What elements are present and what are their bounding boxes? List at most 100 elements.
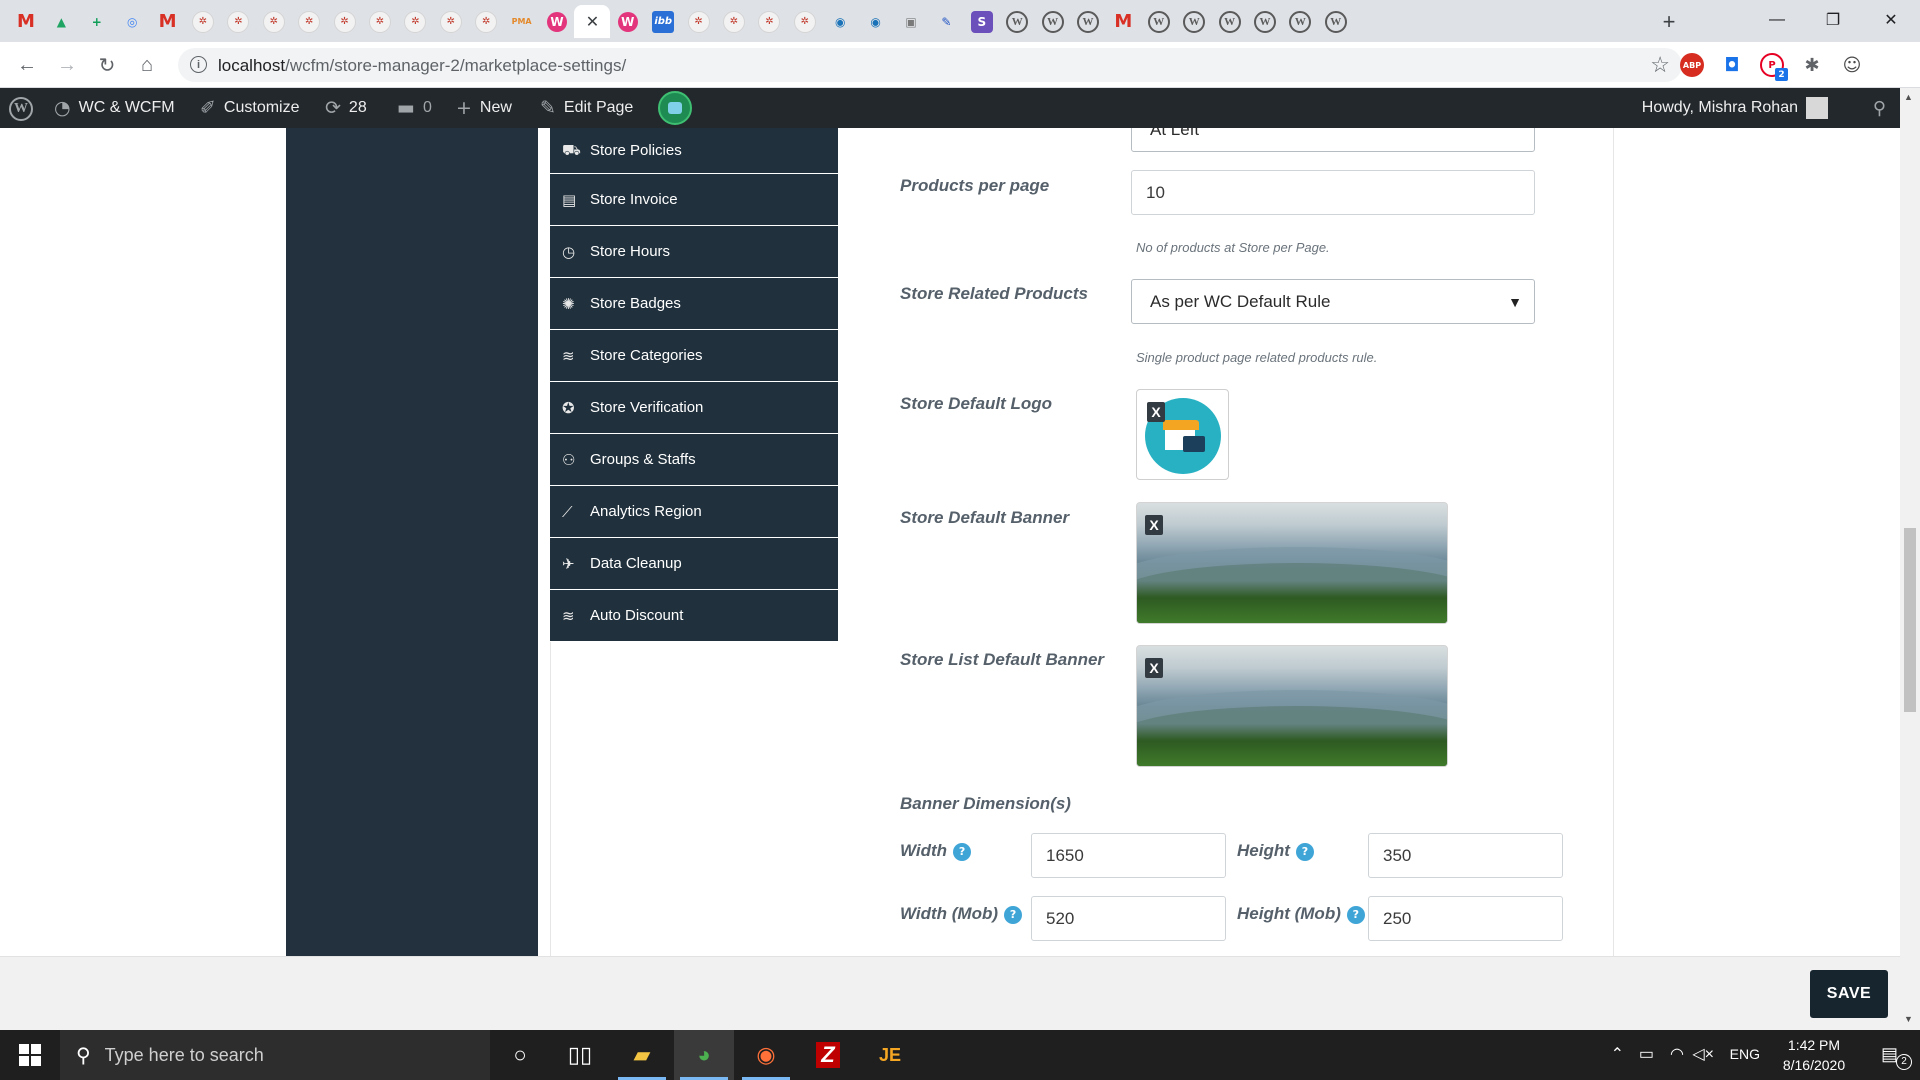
save-button[interactable]: SAVE: [1810, 970, 1888, 1018]
home-button[interactable]: ⌂: [132, 50, 162, 80]
tray-chevron-up-icon[interactable]: ⌃: [1611, 1044, 1624, 1064]
browser-tab[interactable]: ✲: [468, 5, 504, 38]
banner-width-mob-input[interactable]: 520: [1031, 896, 1226, 941]
browser-tab[interactable]: ◉: [822, 5, 858, 38]
battery-icon[interactable]: ▭: [1639, 1044, 1654, 1064]
browser-tab[interactable]: ✲: [681, 5, 717, 38]
firefox-icon[interactable]: ◉: [736, 1030, 796, 1080]
page-scrollbar[interactable]: ▲ ▼: [1900, 88, 1920, 1030]
admin-bar-comments[interactable]: ▬ 0: [397, 88, 432, 128]
browser-tab[interactable]: W: [610, 5, 646, 38]
browser-tab[interactable]: ✲: [185, 5, 221, 38]
profile-avatar-icon[interactable]: ☺: [1840, 53, 1864, 77]
settings-menu-item-analytics-region[interactable]: ⟋ Analytics Region: [550, 486, 838, 538]
filezilla-icon[interactable]: Z: [798, 1030, 858, 1080]
browser-tab[interactable]: M: [1105, 5, 1141, 38]
browser-tab[interactable]: ibb: [645, 5, 681, 38]
browser-tab[interactable]: ✲: [433, 5, 469, 38]
browser-tab[interactable]: ◉: [858, 5, 894, 38]
default-banner-preview[interactable]: X: [1136, 502, 1448, 624]
remove-banner-button[interactable]: X: [1145, 515, 1163, 535]
browser-tab-active[interactable]: ✕: [574, 5, 611, 38]
chrome-icon[interactable]: ◕: [674, 1030, 734, 1080]
restore-window-button[interactable]: ❐: [1810, 0, 1856, 40]
products-per-page-input[interactable]: 10: [1131, 170, 1535, 215]
browser-tab[interactable]: W: [1247, 5, 1283, 38]
settings-menu-item-store-verification[interactable]: ✪ Store Verification: [550, 382, 838, 434]
browser-tab[interactable]: +: [79, 5, 115, 38]
banner-width-input[interactable]: 1650: [1031, 833, 1226, 878]
close-tab-icon[interactable]: ✕: [581, 11, 603, 33]
browser-tab[interactable]: S: [964, 5, 1000, 38]
browser-tab[interactable]: W: [1282, 5, 1318, 38]
browser-tab[interactable]: M: [150, 5, 186, 38]
settings-menu-item-data-cleanup[interactable]: ✈ Data Cleanup: [550, 538, 838, 590]
browser-tab[interactable]: W: [1176, 5, 1212, 38]
close-window-button[interactable]: ✕: [1868, 0, 1914, 40]
help-tip-icon[interactable]: ?: [953, 842, 972, 861]
browser-tab[interactable]: W: [1318, 5, 1354, 38]
admin-bar-site-name[interactable]: ◔ WC & WCFM: [54, 88, 175, 128]
banner-height-input[interactable]: 350: [1368, 833, 1563, 878]
start-button[interactable]: [0, 1030, 60, 1080]
help-tip-icon[interactable]: ?: [1346, 905, 1365, 924]
browser-tab[interactable]: ✲: [362, 5, 398, 38]
scroll-thumb[interactable]: [1904, 528, 1916, 712]
help-tip-icon[interactable]: ?: [1004, 905, 1023, 924]
list-banner-preview[interactable]: X: [1136, 645, 1448, 767]
settings-menu-item-store-policies[interactable]: ⛟ Store Policies: [550, 128, 838, 174]
wordpress-logo-icon[interactable]: W: [9, 97, 33, 121]
forward-button[interactable]: →: [52, 50, 82, 80]
admin-bar-edit-page[interactable]: ✎ Edit Page: [540, 88, 633, 128]
browser-tab[interactable]: ▣: [893, 5, 929, 38]
remove-logo-button[interactable]: X: [1147, 402, 1165, 422]
admin-bar-updates[interactable]: ⟳ 28: [325, 88, 367, 128]
browser-tab[interactable]: ✲: [397, 5, 433, 38]
settings-menu-item-auto-discount[interactable]: ≋ Auto Discount: [550, 590, 838, 642]
related-products-select[interactable]: As per WC Default Rule ▼: [1131, 279, 1535, 324]
browser-tab[interactable]: W: [539, 5, 575, 38]
browser-tab[interactable]: M: [8, 5, 44, 38]
volume-muted-icon[interactable]: ◁×: [1692, 1044, 1714, 1064]
settings-menu-item-store-badges[interactable]: ✺ Store Badges: [550, 278, 838, 330]
taskbar-search[interactable]: ⚲ Type here to search: [60, 1030, 490, 1080]
task-view-icon[interactable]: ▯▯: [550, 1030, 610, 1080]
settings-menu-item-store-invoice[interactable]: ▤ Store Invoice: [550, 174, 838, 226]
banner-height-mob-input[interactable]: 250: [1368, 896, 1563, 941]
pinterest-icon[interactable]: P2: [1760, 53, 1788, 81]
minimize-window-button[interactable]: —: [1754, 0, 1800, 40]
browser-tab[interactable]: ✎: [928, 5, 964, 38]
browser-tab[interactable]: ✲: [751, 5, 787, 38]
scroll-down-arrow-icon[interactable]: ▼: [1904, 1014, 1913, 1024]
search-icon[interactable]: ⚲: [1873, 98, 1886, 119]
browser-tab[interactable]: ✲: [256, 5, 292, 38]
address-bar[interactable]: i localhost/wcfm/store-manager-2/marketp…: [178, 48, 1682, 82]
browser-tab[interactable]: W: [1141, 5, 1177, 38]
taskbar-clock[interactable]: 1:42 PM 8/16/2020: [1776, 1035, 1852, 1075]
admin-bar-customize[interactable]: ✐ Customize: [200, 88, 300, 128]
browser-tab[interactable]: ✲: [291, 5, 327, 38]
wcfm-store-icon[interactable]: [658, 91, 692, 125]
browser-tab[interactable]: ✲: [327, 5, 363, 38]
screenshot-icon[interactable]: ◘: [1720, 53, 1744, 77]
reload-button[interactable]: ↻: [92, 50, 122, 80]
browser-tab[interactable]: W: [1070, 5, 1106, 38]
browser-tab[interactable]: ✲: [220, 5, 256, 38]
browser-tab[interactable]: ◎: [114, 5, 150, 38]
settings-menu-item-store-hours[interactable]: ◷ Store Hours: [550, 226, 838, 278]
browser-tab[interactable]: ▲: [43, 5, 79, 38]
language-indicator[interactable]: ENG: [1730, 1046, 1760, 1062]
settings-menu-item-store-categories[interactable]: ≋ Store Categories: [550, 330, 838, 382]
admin-bar-new[interactable]: + New: [456, 88, 512, 128]
help-tip-icon[interactable]: ?: [1295, 842, 1314, 861]
extensions-puzzle-icon[interactable]: ✱: [1800, 53, 1824, 77]
scroll-up-arrow-icon[interactable]: ▲: [1904, 92, 1913, 102]
settings-menu-item-groups-staffs[interactable]: ⚇ Groups & Staffs: [550, 434, 838, 486]
browser-tab[interactable]: ✲: [716, 5, 752, 38]
back-button[interactable]: ←: [12, 50, 42, 80]
store-sidebar-position-select[interactable]: At Left: [1131, 128, 1535, 152]
adblock-plus-icon[interactable]: ABP: [1680, 53, 1704, 77]
site-info-icon[interactable]: i: [190, 56, 207, 73]
remove-list-banner-button[interactable]: X: [1145, 658, 1163, 678]
browser-tab[interactable]: W: [1035, 5, 1071, 38]
